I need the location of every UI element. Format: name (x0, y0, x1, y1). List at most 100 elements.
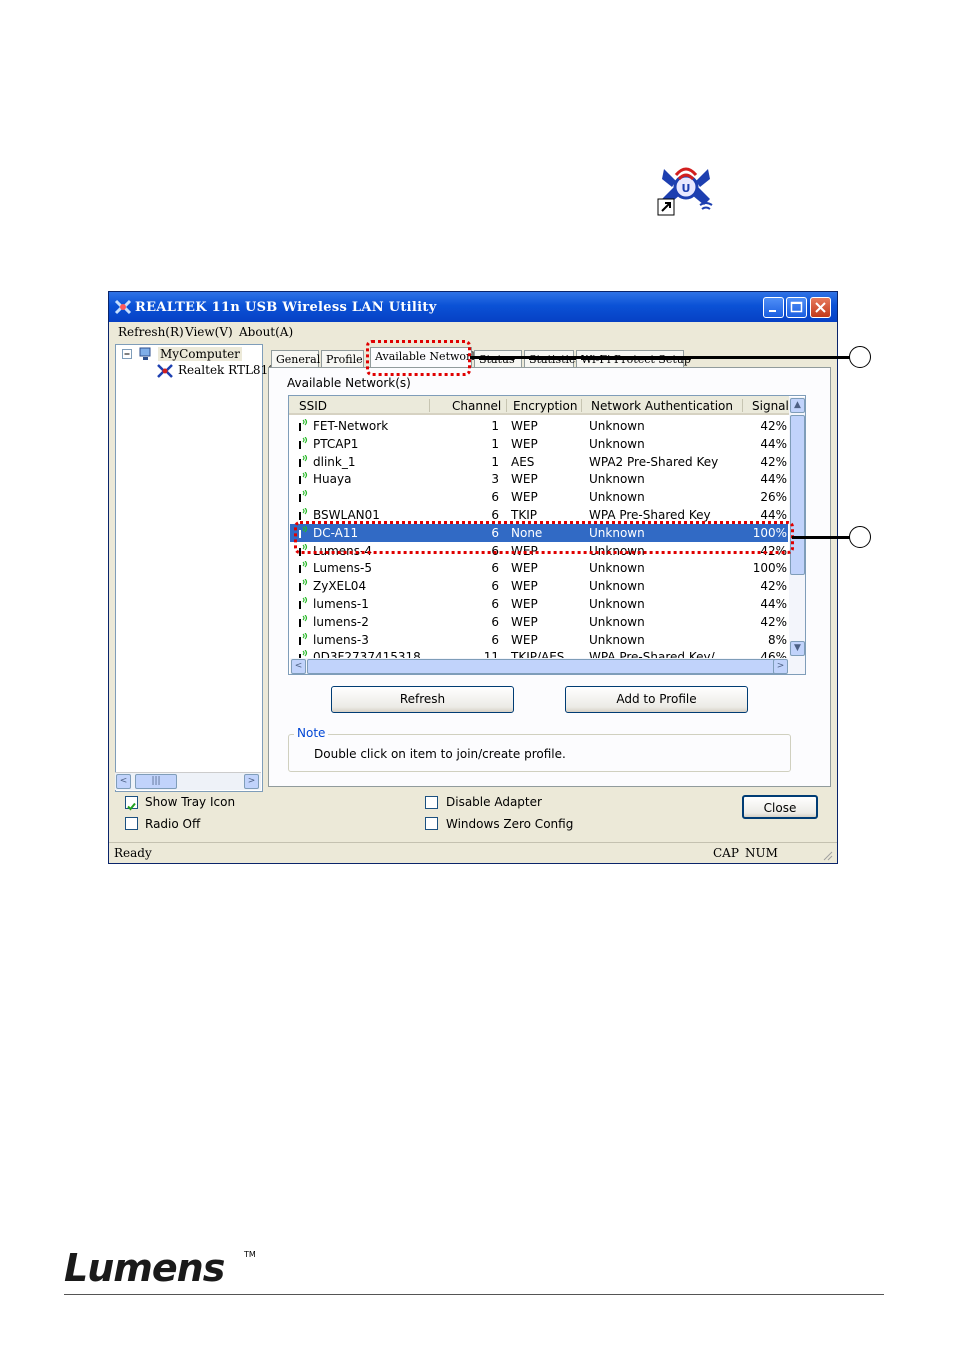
minimize-button[interactable] (763, 297, 784, 318)
radio-off-label[interactable]: Radio Off (145, 817, 200, 831)
radio-off-checkbox[interactable] (125, 817, 138, 830)
available-networks-label: Available Network(s) (287, 376, 411, 390)
trademark: TM (244, 1250, 256, 1259)
table-row[interactable]: ZyXEL04 6 WEP Unknown 42% (290, 577, 788, 595)
tab-general[interactable]: General (271, 350, 320, 368)
list-horizontal-scrollbar[interactable]: < > (290, 658, 805, 674)
row-encryption: WEP (511, 614, 538, 629)
scroll-right-icon[interactable]: > (773, 659, 788, 674)
tree-adapter[interactable]: Realtek RTL819 (178, 363, 276, 377)
table-row[interactable]: lumens-3 6 WEP Unknown 8% (290, 631, 788, 649)
row-channel: 6 (491, 579, 499, 594)
tree-root[interactable]: MyComputer (158, 347, 242, 361)
resize-grip-icon[interactable] (821, 849, 833, 861)
add-to-profile-button[interactable]: Add to Profile (565, 686, 748, 713)
close-window-button[interactable] (810, 297, 831, 318)
row-signal: 26% (760, 490, 787, 505)
scroll-thumb[interactable] (307, 659, 777, 674)
title-bar[interactable]: REALTEK 11n USB Wireless LAN Utility (109, 292, 837, 322)
row-channel: 1 (491, 454, 499, 469)
signal-icon (299, 419, 308, 431)
col-ssid[interactable]: SSID (299, 396, 327, 415)
menu-refresh[interactable]: Refresh(R) (118, 325, 184, 339)
row-channel: 6 (491, 614, 499, 629)
table-row[interactable]: Lumens-5 6 WEP Unknown 100% (290, 559, 788, 577)
row-signal: 42% (760, 419, 787, 433)
show-tray-icon-label[interactable]: Show Tray Icon (145, 795, 235, 809)
row-encryption: WEP (511, 419, 538, 433)
row-channel: 6 (491, 508, 499, 522)
row-channel: 6 (491, 632, 499, 647)
tree-horizontal-scrollbar[interactable]: < ||| > (115, 772, 261, 790)
tab-wifi-protect-setup[interactable]: Wi-Fi Protect Setup (576, 350, 691, 368)
collapse-icon[interactable] (122, 349, 133, 360)
row-encryption: WEP (511, 561, 538, 576)
col-encryption[interactable]: Encryption (513, 396, 577, 415)
note-text: Double click on item to join/create prof… (314, 747, 566, 761)
table-row[interactable]: lumens-1 6 WEP Unknown 44% (290, 595, 788, 613)
row-channel: 1 (491, 436, 499, 451)
table-row[interactable]: PTCAP1 1 WEP Unknown 44% (290, 435, 788, 453)
minimize-icon (769, 310, 776, 312)
computer-icon (139, 347, 151, 360)
tab-status[interactable]: Status (474, 350, 522, 368)
close-button[interactable]: Close (742, 795, 818, 819)
col-network-authentication[interactable]: Network Authentication (591, 396, 733, 415)
windows-zero-config-checkbox[interactable] (425, 817, 438, 830)
utility-window: REALTEK 11n USB Wireless LAN Utility Ref… (108, 291, 838, 864)
row-encryption: WEP (511, 597, 538, 611)
table-row[interactable]: 6 WEP Unknown 26% (290, 488, 788, 506)
row-ssid: Huaya (313, 472, 352, 487)
refresh-button[interactable]: Refresh (331, 686, 514, 713)
svg-text:U: U (682, 182, 691, 195)
row-ssid: BSWLAN01 (313, 508, 380, 522)
col-channel[interactable]: Channel (452, 396, 501, 415)
disable-adapter-checkbox[interactable] (425, 796, 438, 809)
menu-view[interactable]: View(V) (185, 325, 233, 339)
scroll-thumb[interactable]: ||| (135, 774, 177, 789)
scroll-down-icon[interactable]: ▼ (790, 641, 805, 656)
table-row[interactable]: Huaya 3 WEP Unknown 44% (290, 470, 788, 488)
row-auth: Unknown (589, 436, 645, 451)
menu-about[interactable]: About(A) (239, 325, 293, 339)
row-signal: 44% (760, 597, 787, 611)
row-signal: 44% (760, 436, 787, 451)
signal-icon (299, 436, 308, 449)
num-indicator: NUM (745, 846, 778, 860)
row-channel: 1 (491, 419, 499, 433)
row-encryption: WEP (511, 632, 538, 647)
table-row[interactable]: lumens-2 6 WEP Unknown 42% (290, 613, 788, 631)
signal-icon (299, 472, 308, 485)
windows-zero-config-label[interactable]: Windows Zero Config (446, 817, 573, 831)
device-tree[interactable]: MyComputer Realtek RTL819 (115, 344, 276, 792)
disable-adapter-label[interactable]: Disable Adapter (446, 795, 542, 809)
scroll-up-icon[interactable]: ▲ (790, 398, 805, 413)
row-auth: Unknown (589, 490, 645, 505)
show-tray-icon-checkbox[interactable] (125, 796, 138, 811)
row-signal: 42% (760, 454, 787, 469)
table-row[interactable]: dlink_1 1 AES WPA2 Pre-Shared Key 42% (290, 453, 788, 471)
scroll-left-icon[interactable]: < (116, 774, 131, 789)
row-encryption: TKIP (511, 508, 537, 522)
row-auth: Unknown (589, 419, 645, 433)
maximize-button[interactable] (786, 297, 807, 318)
cap-indicator: CAP (713, 846, 739, 860)
table-row[interactable]: FET-Network 1 WEP Unknown 42% (290, 417, 788, 435)
signal-icon (299, 579, 308, 592)
tab-statistics[interactable]: Statistics (524, 350, 581, 368)
row-ssid: dlink_1 (313, 454, 356, 469)
row-signal: 44% (760, 508, 787, 522)
maximize-icon (790, 301, 803, 313)
annotation-leader-2 (792, 536, 850, 539)
scroll-right-icon[interactable]: > (244, 774, 259, 789)
row-ssid: Lumens-5 (313, 561, 372, 576)
tab-profile[interactable]: Profile (321, 350, 364, 368)
row-channel: 6 (491, 597, 499, 611)
row-signal: 42% (760, 614, 787, 629)
col-signal[interactable]: Signal (752, 396, 789, 415)
signal-icon (299, 490, 308, 503)
row-signal: 42% (760, 579, 787, 594)
scroll-left-icon[interactable]: < (291, 659, 306, 674)
realtek-utility-shortcut-icon[interactable]: U (654, 155, 718, 219)
row-auth: WPA2 Pre-Shared Key (589, 454, 719, 469)
